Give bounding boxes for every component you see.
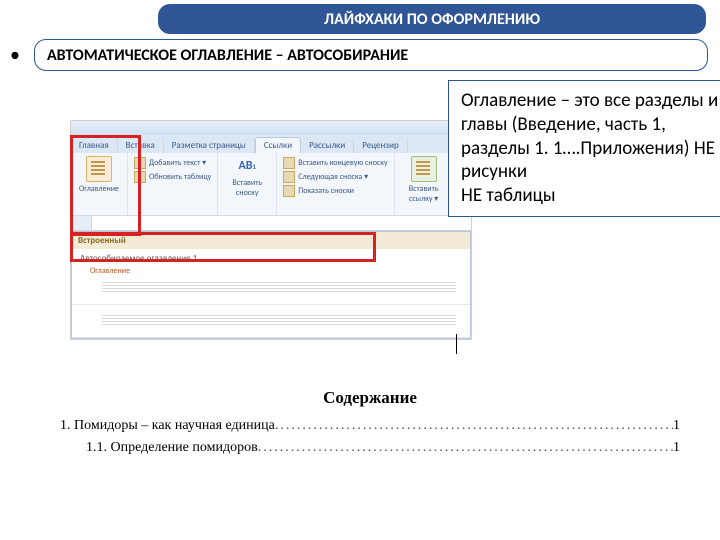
toc-label: Оглавление [79,184,119,194]
show-footnotes-button[interactable]: Показать сноски [283,185,387,197]
group-toc: Оглавление [71,153,128,215]
insert-endnote-button[interactable]: Вставить концевую сноску [283,157,387,169]
slide-title: ЛАЙФХАКИ ПО ОФОРМЛЕНИЮ [158,4,706,34]
insert-citation-button[interactable]: Вставить ссылку ▾ [401,156,447,204]
group-toc-opts: Добавить текст ▾ Обновить таблицу [128,153,218,215]
toc-button[interactable]: Оглавление [77,156,121,194]
toc-icon [86,156,112,182]
tab-home[interactable]: Главная [71,138,118,153]
toc-entry-2: 1.1. Определение помидоров .............… [60,440,680,456]
ab-icon: AB1 [235,156,259,176]
dropdown-item-2[interactable] [72,305,470,338]
next-footnote-button[interactable]: Следующая сноска ▾ [283,171,387,183]
word-screenshot: Главная Вставка Разметка страницы Ссылки… [70,120,472,340]
update-icon [134,171,146,183]
dropdown-preview-lines [102,280,456,294]
dropdown-header: Встроенный [72,232,470,249]
text-cursor [456,334,457,354]
doc-heading: Содержание [60,388,680,408]
bullet-icon: • [10,43,20,67]
add-text-icon [134,157,146,169]
leader-dots: ........................................… [275,418,673,434]
citation-icon [411,156,437,182]
tab-mailings[interactable]: Рассылки [301,138,354,153]
explanation-box: Оглавление – это все разделы и главы (Вв… [448,80,720,217]
toc-dropdown: Встроенный Автособираемое оглавление 1 О… [71,231,471,339]
leader-dots: ........................................… [258,440,673,456]
endnote-icon [283,157,295,169]
ruler [71,216,471,231]
tab-insert[interactable]: Вставка [118,138,164,153]
dropdown-preview-title: Оглавление [80,264,462,278]
insert-footnote-button[interactable]: AB1 Вставить сноску [224,156,270,198]
document-area: Содержание 1. Помидоры – как научная еди… [60,388,680,462]
group-footnote: AB1 Вставить сноску [218,153,277,215]
dropdown-item-1[interactable]: Автособираемое оглавление 1 Оглавление [72,249,470,305]
tab-review[interactable]: Рецензир [354,138,407,153]
ribbon-tabs: Главная Вставка Разметка страницы Ссылки… [71,135,471,153]
next-footnote-icon [283,171,295,183]
group-footnote-opts: Вставить концевую сноску Следующая сноск… [277,153,394,215]
subtitle-box: АВТОМАТИЧЕСКОЕ ОГЛАВЛЕНИЕ – АВТОСОБИРАНИ… [34,39,708,71]
tab-layout[interactable]: Разметка страницы [164,138,255,153]
update-table-button[interactable]: Обновить таблицу [134,171,211,183]
dropdown-preview-lines-2 [102,313,456,327]
add-text-button[interactable]: Добавить текст ▾ [134,157,211,169]
window-titlebar [71,121,471,135]
ribbon: Оглавление Добавить текст ▾ Обновить таб… [71,153,471,216]
toc-entry-1: 1. Помидоры – как научная единица ......… [60,418,680,434]
group-citation: Вставить ссылку ▾ [395,153,454,215]
show-footnotes-icon [283,185,295,197]
subtitle-row: • АВТОМАТИЧЕСКОЕ ОГЛАВЛЕНИЕ – АВТОСОБИРА… [4,38,708,72]
tab-references[interactable]: Ссылки [255,137,301,153]
